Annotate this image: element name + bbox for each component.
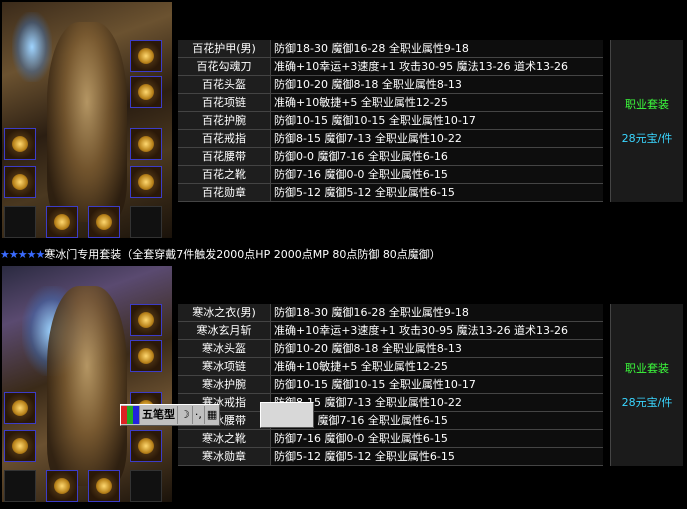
- set-section-baihua: 百花护甲(男) 防御18-30 魔御16-28 全职业属性9-18 百花勾魂刀 准确+…: [0, 0, 687, 246]
- set-info-panel: 职业套装 28元宝/件: [610, 40, 683, 202]
- character-figure: [47, 22, 127, 222]
- item-attributes: 防御18-30 魔御16-28 全职业属性9-18: [270, 304, 603, 322]
- item-name: 寒冰之衣(男): [178, 304, 271, 322]
- item-name: 寒冰勋章: [178, 447, 271, 466]
- item-attributes: 防御10-20 魔御8-18 全职业属性8-13: [270, 339, 603, 358]
- equip-slot[interactable]: [4, 166, 36, 198]
- ime-logo-icon[interactable]: [121, 406, 140, 424]
- equip-slot[interactable]: [130, 430, 162, 462]
- item-attributes: 防御10-20 魔御8-18 全职业属性8-13: [270, 75, 603, 94]
- item-row: 百花戒指 防御8-15 魔御7-13 全职业属性10-22: [178, 129, 603, 148]
- ime-input-box[interactable]: [260, 402, 314, 428]
- item-attributes: 防御7-16 魔御0-0 全职业属性6-15: [270, 165, 603, 184]
- item-attributes: 防御10-15 魔御10-15 全职业属性10-17: [270, 375, 603, 394]
- character-portrait: [2, 266, 172, 502]
- item-row: 百花护甲(男) 防御18-30 魔御16-28 全职业属性9-18: [178, 40, 603, 58]
- punctuation-toggle[interactable]: ·,: [193, 406, 205, 424]
- item-name: 百花护甲(男): [178, 40, 271, 58]
- set-banner: ★★★★★寒冰门专用套装（全套穿戴7件触发2000点HP 2000点MP 80点…: [0, 247, 687, 263]
- equip-slot[interactable]: [4, 128, 36, 160]
- item-attributes: 防御0-0 魔御7-16 全职业属性6-16: [270, 147, 603, 166]
- item-name: 百花勾魂刀: [178, 57, 271, 76]
- equip-slot[interactable]: [88, 206, 120, 238]
- item-attributes: 准确+10幸运+3速度+1 攻击30-95 魔法13-26 道术13-26: [270, 57, 603, 76]
- moon-icon[interactable]: ☽: [178, 406, 193, 424]
- set-section-hanbing: 寒冰之衣(男) 防御18-30 魔御16-28 全职业属性9-18 寒冰玄月斩 准确+…: [0, 264, 687, 509]
- item-row: 寒冰勋章 防御5-12 魔御5-12 全职业属性6-15: [178, 447, 603, 466]
- equip-slot[interactable]: [46, 470, 78, 502]
- item-name: 百花护腕: [178, 111, 271, 130]
- item-row: 百花腰带 防御0-0 魔御7-16 全职业属性6-16: [178, 147, 603, 166]
- equip-slot[interactable]: [130, 40, 162, 72]
- equip-slot[interactable]: [88, 470, 120, 502]
- item-attributes: 防御7-16 魔御0-0 全职业属性6-15: [270, 429, 603, 448]
- price-label: 28元宝/件: [621, 132, 673, 145]
- item-attributes: 防御8-15 魔御7-13 全职业属性10-22: [270, 393, 603, 412]
- set-info-panel: 职业套装 28元宝/件: [610, 304, 683, 466]
- ime-mode-button[interactable]: 五笔型: [140, 406, 178, 424]
- equip-slot[interactable]: [130, 166, 162, 198]
- class-set-label: 职业套装: [625, 362, 669, 375]
- equip-slot[interactable]: [130, 128, 162, 160]
- item-row: 百花项链 准确+10敏捷+5 全职业属性12-25: [178, 93, 603, 112]
- item-attributes: 防御5-12 魔御5-12 全职业属性6-15: [270, 447, 603, 466]
- item-attributes: 准确+10幸运+3速度+1 攻击30-95 魔法13-26 道术13-26: [270, 321, 603, 340]
- item-attributes: 防御0-0 魔御7-16 全职业属性6-15: [270, 411, 603, 430]
- item-name: 寒冰玄月斩: [178, 321, 271, 340]
- item-name: 百花头盔: [178, 75, 271, 94]
- equip-slot-empty[interactable]: [4, 470, 36, 502]
- item-name: 百花勋章: [178, 183, 271, 202]
- equip-slot[interactable]: [130, 340, 162, 372]
- item-name: 寒冰护腕: [178, 375, 271, 394]
- item-row: 百花勋章 防御5-12 魔御5-12 全职业属性6-15: [178, 183, 603, 202]
- item-name: 百花项链: [178, 93, 271, 112]
- equip-slot[interactable]: [130, 304, 162, 336]
- item-row: 寒冰之靴 防御7-16 魔御0-0 全职业属性6-15: [178, 429, 603, 448]
- character-portrait: [2, 2, 172, 238]
- item-name: 寒冰项链: [178, 357, 271, 376]
- item-row: 百花之靴 防御7-16 魔御0-0 全职业属性6-15: [178, 165, 603, 184]
- item-name: 寒冰之靴: [178, 429, 271, 448]
- banner-text: 寒冰门专用套装（全套穿戴7件触发2000点HP 2000点MP 80点防御 80…: [44, 248, 441, 261]
- item-name: 百花腰带: [178, 147, 271, 166]
- item-attributes: 防御5-12 魔御5-12 全职业属性6-15: [270, 183, 603, 202]
- item-attributes: 防御18-30 魔御16-28 全职业属性9-18: [270, 40, 603, 58]
- item-table: 百花护甲(男) 防御18-30 魔御16-28 全职业属性9-18 百花勾魂刀 准确+…: [178, 40, 603, 202]
- item-row: 寒冰腰带 防御0-0 魔御7-16 全职业属性6-15: [178, 411, 603, 430]
- star-rating: ★★★★★: [0, 248, 45, 261]
- item-name: 寒冰头盔: [178, 339, 271, 358]
- item-row: 寒冰戒指 防御8-15 魔御7-13 全职业属性10-22: [178, 393, 603, 412]
- ime-toolbar[interactable]: 五笔型 ☽ ·, ▦: [120, 404, 221, 426]
- price-label: 28元宝/件: [621, 396, 673, 409]
- item-row: 寒冰之衣(男) 防御18-30 魔御16-28 全职业属性9-18: [178, 304, 603, 322]
- item-table: 寒冰之衣(男) 防御18-30 魔御16-28 全职业属性9-18 寒冰玄月斩 准确+…: [178, 304, 603, 466]
- item-row: 百花头盔 防御10-20 魔御8-18 全职业属性8-13: [178, 75, 603, 94]
- item-row: 寒冰项链 准确+10敏捷+5 全职业属性12-25: [178, 357, 603, 376]
- class-set-label: 职业套装: [625, 98, 669, 111]
- item-name: 百花戒指: [178, 129, 271, 148]
- equip-slot-empty[interactable]: [130, 206, 162, 238]
- item-row: 百花勾魂刀 准确+10幸运+3速度+1 攻击30-95 魔法13-26 道术13-…: [178, 57, 603, 76]
- equip-slot[interactable]: [4, 430, 36, 462]
- keyboard-icon[interactable]: ▦: [205, 406, 219, 424]
- item-attributes: 防御10-15 魔御10-15 全职业属性10-17: [270, 111, 603, 130]
- item-row: 寒冰头盔 防御10-20 魔御8-18 全职业属性8-13: [178, 339, 603, 358]
- item-row: 百花护腕 防御10-15 魔御10-15 全职业属性10-17: [178, 111, 603, 130]
- character-figure: [47, 286, 127, 486]
- equip-slot-empty[interactable]: [4, 206, 36, 238]
- item-attributes: 准确+10敏捷+5 全职业属性12-25: [270, 357, 603, 376]
- equip-slot-empty[interactable]: [130, 470, 162, 502]
- item-attributes: 防御8-15 魔御7-13 全职业属性10-22: [270, 129, 603, 148]
- item-row: 寒冰护腕 防御10-15 魔御10-15 全职业属性10-17: [178, 375, 603, 394]
- item-name: 百花之靴: [178, 165, 271, 184]
- equip-slot[interactable]: [46, 206, 78, 238]
- item-row: 寒冰玄月斩 准确+10幸运+3速度+1 攻击30-95 魔法13-26 道术13-…: [178, 321, 603, 340]
- equip-slot[interactable]: [130, 76, 162, 108]
- item-attributes: 准确+10敏捷+5 全职业属性12-25: [270, 93, 603, 112]
- equip-slot[interactable]: [4, 392, 36, 424]
- weapon-glow: [12, 12, 52, 82]
